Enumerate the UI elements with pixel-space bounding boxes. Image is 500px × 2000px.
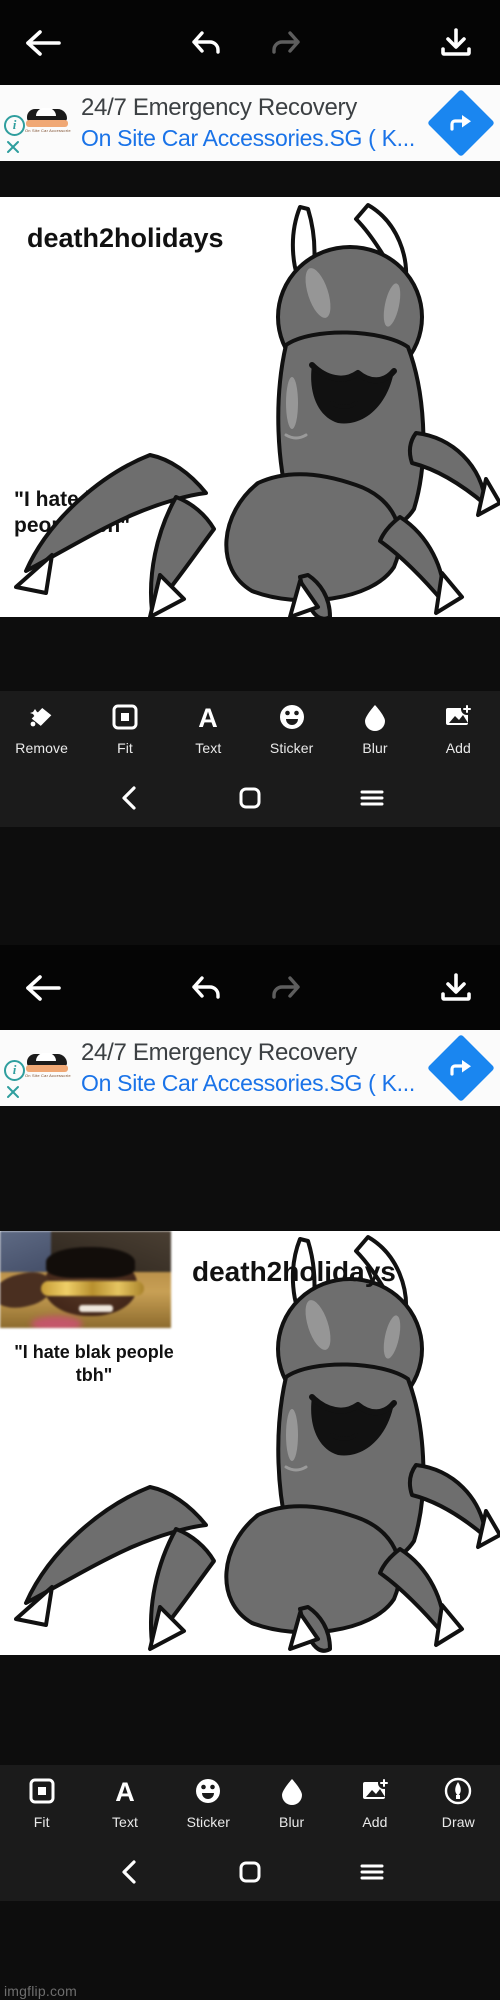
directions-arrow-icon xyxy=(427,1034,495,1102)
ad-text-block[interactable]: 24/7 Emergency Recovery On Site Car Acce… xyxy=(75,93,422,153)
edit-toolbar-2: Fit A Text Sticker Blur Add Draw xyxy=(0,1765,500,1843)
canvas-top-gap xyxy=(0,161,500,197)
imgflip-watermark: imgflip.com xyxy=(4,1983,77,1999)
tool-blur[interactable]: Blur xyxy=(333,691,416,756)
ad-advertiser-logo: On Site Car Accessories.SG xyxy=(25,1050,71,1084)
tool-sticker-label: Sticker xyxy=(186,1814,231,1830)
tool-text[interactable]: A Text xyxy=(167,691,250,756)
nav-home-icon[interactable] xyxy=(220,769,280,827)
tool-add[interactable]: Add xyxy=(417,691,500,756)
meme-canvas-1[interactable]: death2holidays "I hate blak people tbh" xyxy=(0,197,500,617)
download-icon[interactable] xyxy=(428,0,484,85)
redo-arrow-icon xyxy=(258,0,314,85)
back-arrow-icon[interactable] xyxy=(18,945,74,1030)
editor-app-bar-2 xyxy=(0,945,500,1030)
meme-username-2: death2holidays xyxy=(192,1256,396,1287)
tool-fit-label: Fit xyxy=(33,1814,50,1830)
ad-info-icon[interactable]: i xyxy=(4,115,25,136)
tool-remove-label: Remove xyxy=(15,740,69,756)
edit-toolbar-1: Remove Fit A Text Sticker Blur Add xyxy=(0,691,500,769)
tool-sticker[interactable]: Sticker xyxy=(250,691,333,756)
tool-text[interactable]: A Text xyxy=(83,1765,166,1830)
tool-fit[interactable]: Fit xyxy=(83,691,166,756)
pasted-reaction-photo[interactable] xyxy=(0,1231,171,1328)
tool-text-label: Text xyxy=(111,1814,139,1830)
screenshot-panel-2: i On Site Car Accessories.SG 24/7 Emerge… xyxy=(0,945,500,2000)
nav-menu-icon[interactable] xyxy=(342,769,402,827)
ad-close-icon[interactable] xyxy=(5,139,21,155)
canvas-bottom-gap-2 xyxy=(0,1655,500,1765)
ad-link[interactable]: On Site Car Accessories.SG ( K... xyxy=(81,1068,422,1098)
ad-left-controls: i On Site Car Accessories.SG xyxy=(0,1030,75,1106)
meme-canvas-2[interactable]: death2holidays "I hate blak people tbh" xyxy=(0,1231,500,1655)
tool-fit[interactable]: Fit xyxy=(0,1765,83,1830)
download-icon[interactable] xyxy=(428,945,484,1030)
ad-headline: 24/7 Emergency Recovery xyxy=(81,94,357,121)
svg-text:A: A xyxy=(115,1777,135,1806)
ad-info-icon[interactable]: i xyxy=(4,1060,25,1081)
directions-arrow-icon xyxy=(427,89,495,157)
ad-cta-button[interactable] xyxy=(422,85,500,161)
redo-arrow-icon xyxy=(258,945,314,1030)
tool-blur-label: Blur xyxy=(279,1814,305,1830)
ad-logo-text: On Site Car Accessories.SG xyxy=(25,128,71,133)
back-arrow-icon[interactable] xyxy=(18,0,74,85)
ad-text-block[interactable]: 24/7 Emergency Recovery On Site Car Acce… xyxy=(75,1038,422,1098)
meme-creature-drawing-1 xyxy=(14,203,500,617)
tool-draw[interactable]: Draw xyxy=(417,1765,500,1830)
nav-home-icon[interactable] xyxy=(220,1843,280,1901)
android-nav-bar-2 xyxy=(0,1843,500,1901)
ad-left-controls: i On Site Car Accessories.SG xyxy=(0,85,75,161)
undo-arrow-icon[interactable] xyxy=(178,945,234,1030)
tool-text-label: Text xyxy=(195,740,222,756)
tool-blur[interactable]: Blur xyxy=(250,1765,333,1830)
ad-link[interactable]: On Site Car Accessories.SG ( K... xyxy=(81,123,422,153)
meme-caption-2: "I hate blak people tbh" xyxy=(14,1342,174,1385)
nav-back-icon[interactable] xyxy=(100,1843,160,1901)
nav-back-icon[interactable] xyxy=(100,769,160,827)
undo-arrow-icon[interactable] xyxy=(178,0,234,85)
android-nav-bar-1 xyxy=(0,769,500,827)
tool-draw-label: Draw xyxy=(441,1814,475,1830)
tool-sticker[interactable]: Sticker xyxy=(167,1765,250,1830)
canvas-bottom-gap-1 xyxy=(0,617,500,691)
tool-add-label: Add xyxy=(445,740,471,756)
canvas-top-gap-2 xyxy=(0,1106,500,1231)
ad-cta-button[interactable] xyxy=(422,1030,500,1106)
ad-banner[interactable]: i On Site Car Accessories.SG 24/7 Emerge… xyxy=(0,85,500,161)
tool-blur-label: Blur xyxy=(362,740,388,756)
tool-add[interactable]: Add xyxy=(333,1765,416,1830)
tool-sticker-label: Sticker xyxy=(269,740,314,756)
ad-close-icon[interactable] xyxy=(5,1084,21,1100)
editor-app-bar xyxy=(0,0,500,85)
tool-remove[interactable]: Remove xyxy=(0,691,83,756)
ad-advertiser-logo: On Site Car Accessories.SG xyxy=(25,105,71,139)
tool-fit-label: Fit xyxy=(117,740,133,756)
ad-headline: 24/7 Emergency Recovery xyxy=(81,1039,357,1066)
nav-menu-icon[interactable] xyxy=(342,1843,402,1901)
ad-logo-text: On Site Car Accessories.SG xyxy=(25,1073,71,1078)
ad-banner[interactable]: i On Site Car Accessories.SG 24/7 Emerge… xyxy=(0,1030,500,1106)
tool-add-label: Add xyxy=(362,1814,388,1830)
screenshot-panel-1: i On Site Car Accessories.SG 24/7 Emerge… xyxy=(0,0,500,945)
svg-text:A: A xyxy=(199,703,219,732)
